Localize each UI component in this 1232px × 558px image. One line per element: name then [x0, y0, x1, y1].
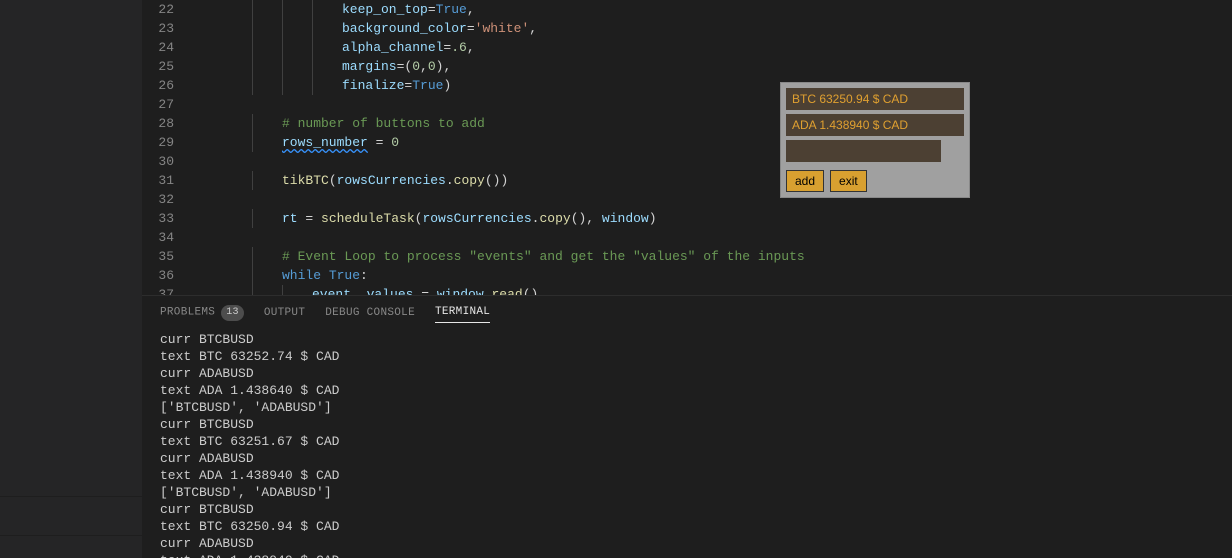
tab-problems-label: Problems: [160, 306, 215, 318]
price-row-btc: BTC 63250.94 $ CAD: [786, 88, 964, 110]
code-text: event, values = window.read(): [312, 285, 538, 295]
line-number: 26: [142, 76, 192, 95]
line-number: 36: [142, 266, 192, 285]
code-text: rows_number = 0: [282, 133, 399, 152]
panel-tabs: Problems 13 Output Debug Console Terminal: [142, 296, 1232, 329]
line-number: 27: [142, 95, 192, 114]
line-number: 32: [142, 190, 192, 209]
code-line[interactable]: 28 # number of buttons to add: [142, 114, 1232, 133]
code-line[interactable]: 34: [142, 228, 1232, 247]
code-line[interactable]: 24 alpha_channel=.6,: [142, 38, 1232, 57]
code-line[interactable]: 25 margins=(0,0),: [142, 57, 1232, 76]
code-line[interactable]: 23 background_color='white',: [142, 19, 1232, 38]
button-row: add exit: [786, 170, 964, 192]
code-text: alpha_channel=.6,: [342, 38, 475, 57]
code-text: # Event Loop to process "events" and get…: [282, 247, 805, 266]
tab-problems[interactable]: Problems 13: [160, 301, 244, 325]
line-number: 22: [142, 0, 192, 19]
code-line[interactable]: 31 tikBTC(rowsCurrencies.copy()): [142, 171, 1232, 190]
code-text: # number of buttons to add: [282, 114, 485, 133]
bottom-panel: Problems 13 Output Debug Console Terminal…: [142, 295, 1232, 558]
pysimplegui-window[interactable]: BTC 63250.94 $ CAD ADA 1.438940 $ CAD ad…: [780, 82, 970, 198]
code-line[interactable]: 26 finalize=True): [142, 76, 1232, 95]
terminal-output[interactable]: curr BTCBUSD text BTC 63252.74 $ CAD cur…: [142, 329, 1232, 558]
sidebar-section[interactable]: [0, 496, 142, 536]
code-line[interactable]: 33 rt = scheduleTask(rowsCurrencies.copy(…: [142, 209, 1232, 228]
tab-debug-console[interactable]: Debug Console: [325, 303, 415, 323]
line-number: 34: [142, 228, 192, 247]
code-line[interactable]: 37 event, values = window.read(): [142, 285, 1232, 295]
tab-output[interactable]: Output: [264, 303, 305, 323]
code-line[interactable]: 29 rows_number = 0: [142, 133, 1232, 152]
line-number: 24: [142, 38, 192, 57]
code-text: tikBTC(rowsCurrencies.copy()): [282, 171, 508, 190]
line-number: 33: [142, 209, 192, 228]
price-row-ada: ADA 1.438940 $ CAD: [786, 114, 964, 136]
code-line[interactable]: 22 keep_on_top=True,: [142, 0, 1232, 19]
line-number: 28: [142, 114, 192, 133]
line-number: 23: [142, 19, 192, 38]
code-line[interactable]: 36 while True:: [142, 266, 1232, 285]
ticker-input[interactable]: [786, 140, 941, 162]
code-text: keep_on_top=True,: [342, 0, 475, 19]
line-number: 30: [142, 152, 192, 171]
line-number: 35: [142, 247, 192, 266]
line-number: 29: [142, 133, 192, 152]
main-area: 22 keep_on_top=True, 23 background_color='w…: [142, 0, 1232, 558]
add-button[interactable]: add: [786, 170, 824, 192]
code-line[interactable]: 30: [142, 152, 1232, 171]
line-number: 37: [142, 285, 192, 295]
code-line[interactable]: 32: [142, 190, 1232, 209]
problems-badge: 13: [221, 305, 244, 321]
code-line[interactable]: 27: [142, 95, 1232, 114]
app-root: 22 keep_on_top=True, 23 background_color='w…: [0, 0, 1232, 558]
code-text: margins=(0,0),: [342, 57, 451, 76]
code-text: rt = scheduleTask(rowsCurrencies.copy(),…: [282, 209, 657, 228]
code-line[interactable]: 35 # Event Loop to process "events" and g…: [142, 247, 1232, 266]
code-editor[interactable]: 22 keep_on_top=True, 23 background_color='w…: [142, 0, 1232, 295]
explorer-sidebar: [0, 0, 142, 558]
line-number: 25: [142, 57, 192, 76]
tab-terminal[interactable]: Terminal: [435, 302, 490, 323]
code-text: while True:: [282, 266, 368, 285]
code-text: background_color='white',: [342, 19, 537, 38]
line-number: 31: [142, 171, 192, 190]
code-text: finalize=True): [342, 76, 451, 95]
exit-button[interactable]: exit: [830, 170, 867, 192]
